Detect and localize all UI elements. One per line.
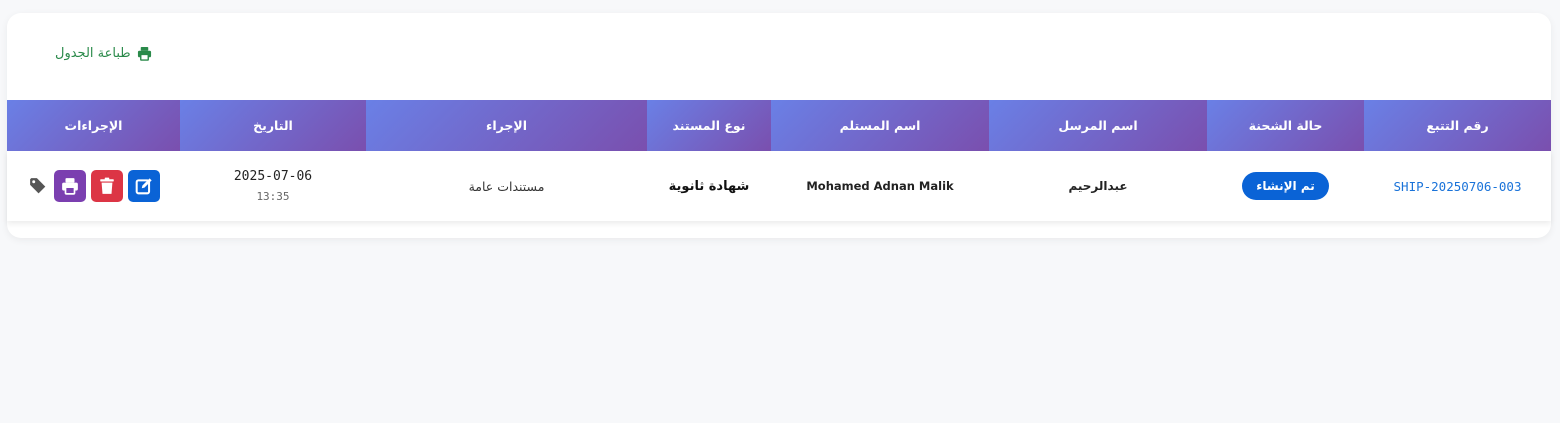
date-cell: 2025-07-06 13:35 xyxy=(234,169,312,203)
printer-icon xyxy=(137,46,151,61)
header-receiver[interactable]: اسم المستلم xyxy=(771,100,989,151)
procedure-name: مستندات عامة xyxy=(468,178,545,194)
row-actions xyxy=(27,170,160,202)
tracking-number-link[interactable]: SHIP-20250706-003 xyxy=(1394,179,1522,194)
table-header: رقم التتبع حالة الشحنة اسم المرسل اسم ال… xyxy=(7,100,1551,151)
header-status[interactable]: حالة الشحنة xyxy=(1207,100,1364,151)
shipments-card: طباعة الجدول رقم التتبع حالة الشحنة اسم … xyxy=(7,13,1551,238)
edit-icon xyxy=(135,178,152,195)
tag-icon xyxy=(30,178,46,194)
header-sender[interactable]: اسم المرسل xyxy=(989,100,1207,151)
print-table-label: طباعة الجدول xyxy=(55,46,131,61)
tag-button[interactable] xyxy=(27,175,49,197)
delete-button[interactable] xyxy=(91,170,123,202)
print-row-button[interactable] xyxy=(54,170,86,202)
sender-name: عبدالرحيم xyxy=(1068,179,1128,193)
header-procedure[interactable]: الإجراء xyxy=(366,100,647,151)
trash-icon xyxy=(100,177,114,194)
header-doc-type[interactable]: نوع المستند xyxy=(647,100,771,151)
table-row: SHIP-20250706-003 تم الإنشاء عبدالرحيم M… xyxy=(7,151,1551,221)
receiver-name: Mohamed Adnan Malik xyxy=(806,179,954,193)
print-table-button[interactable]: طباعة الجدول xyxy=(55,46,152,61)
header-tracking[interactable]: رقم التتبع xyxy=(1364,100,1551,151)
edit-button[interactable] xyxy=(128,170,160,202)
shipment-time: 13:35 xyxy=(256,190,290,203)
printer-icon xyxy=(62,178,78,195)
header-date[interactable]: التاريخ xyxy=(180,100,366,151)
header-actions: الإجراءات xyxy=(7,100,180,151)
status-badge: تم الإنشاء xyxy=(1242,172,1329,200)
shipments-table: رقم التتبع حالة الشحنة اسم المرسل اسم ال… xyxy=(7,100,1551,221)
document-type: شهادة ثانوية xyxy=(668,178,750,194)
shipment-date: 2025-07-06 xyxy=(233,169,313,184)
